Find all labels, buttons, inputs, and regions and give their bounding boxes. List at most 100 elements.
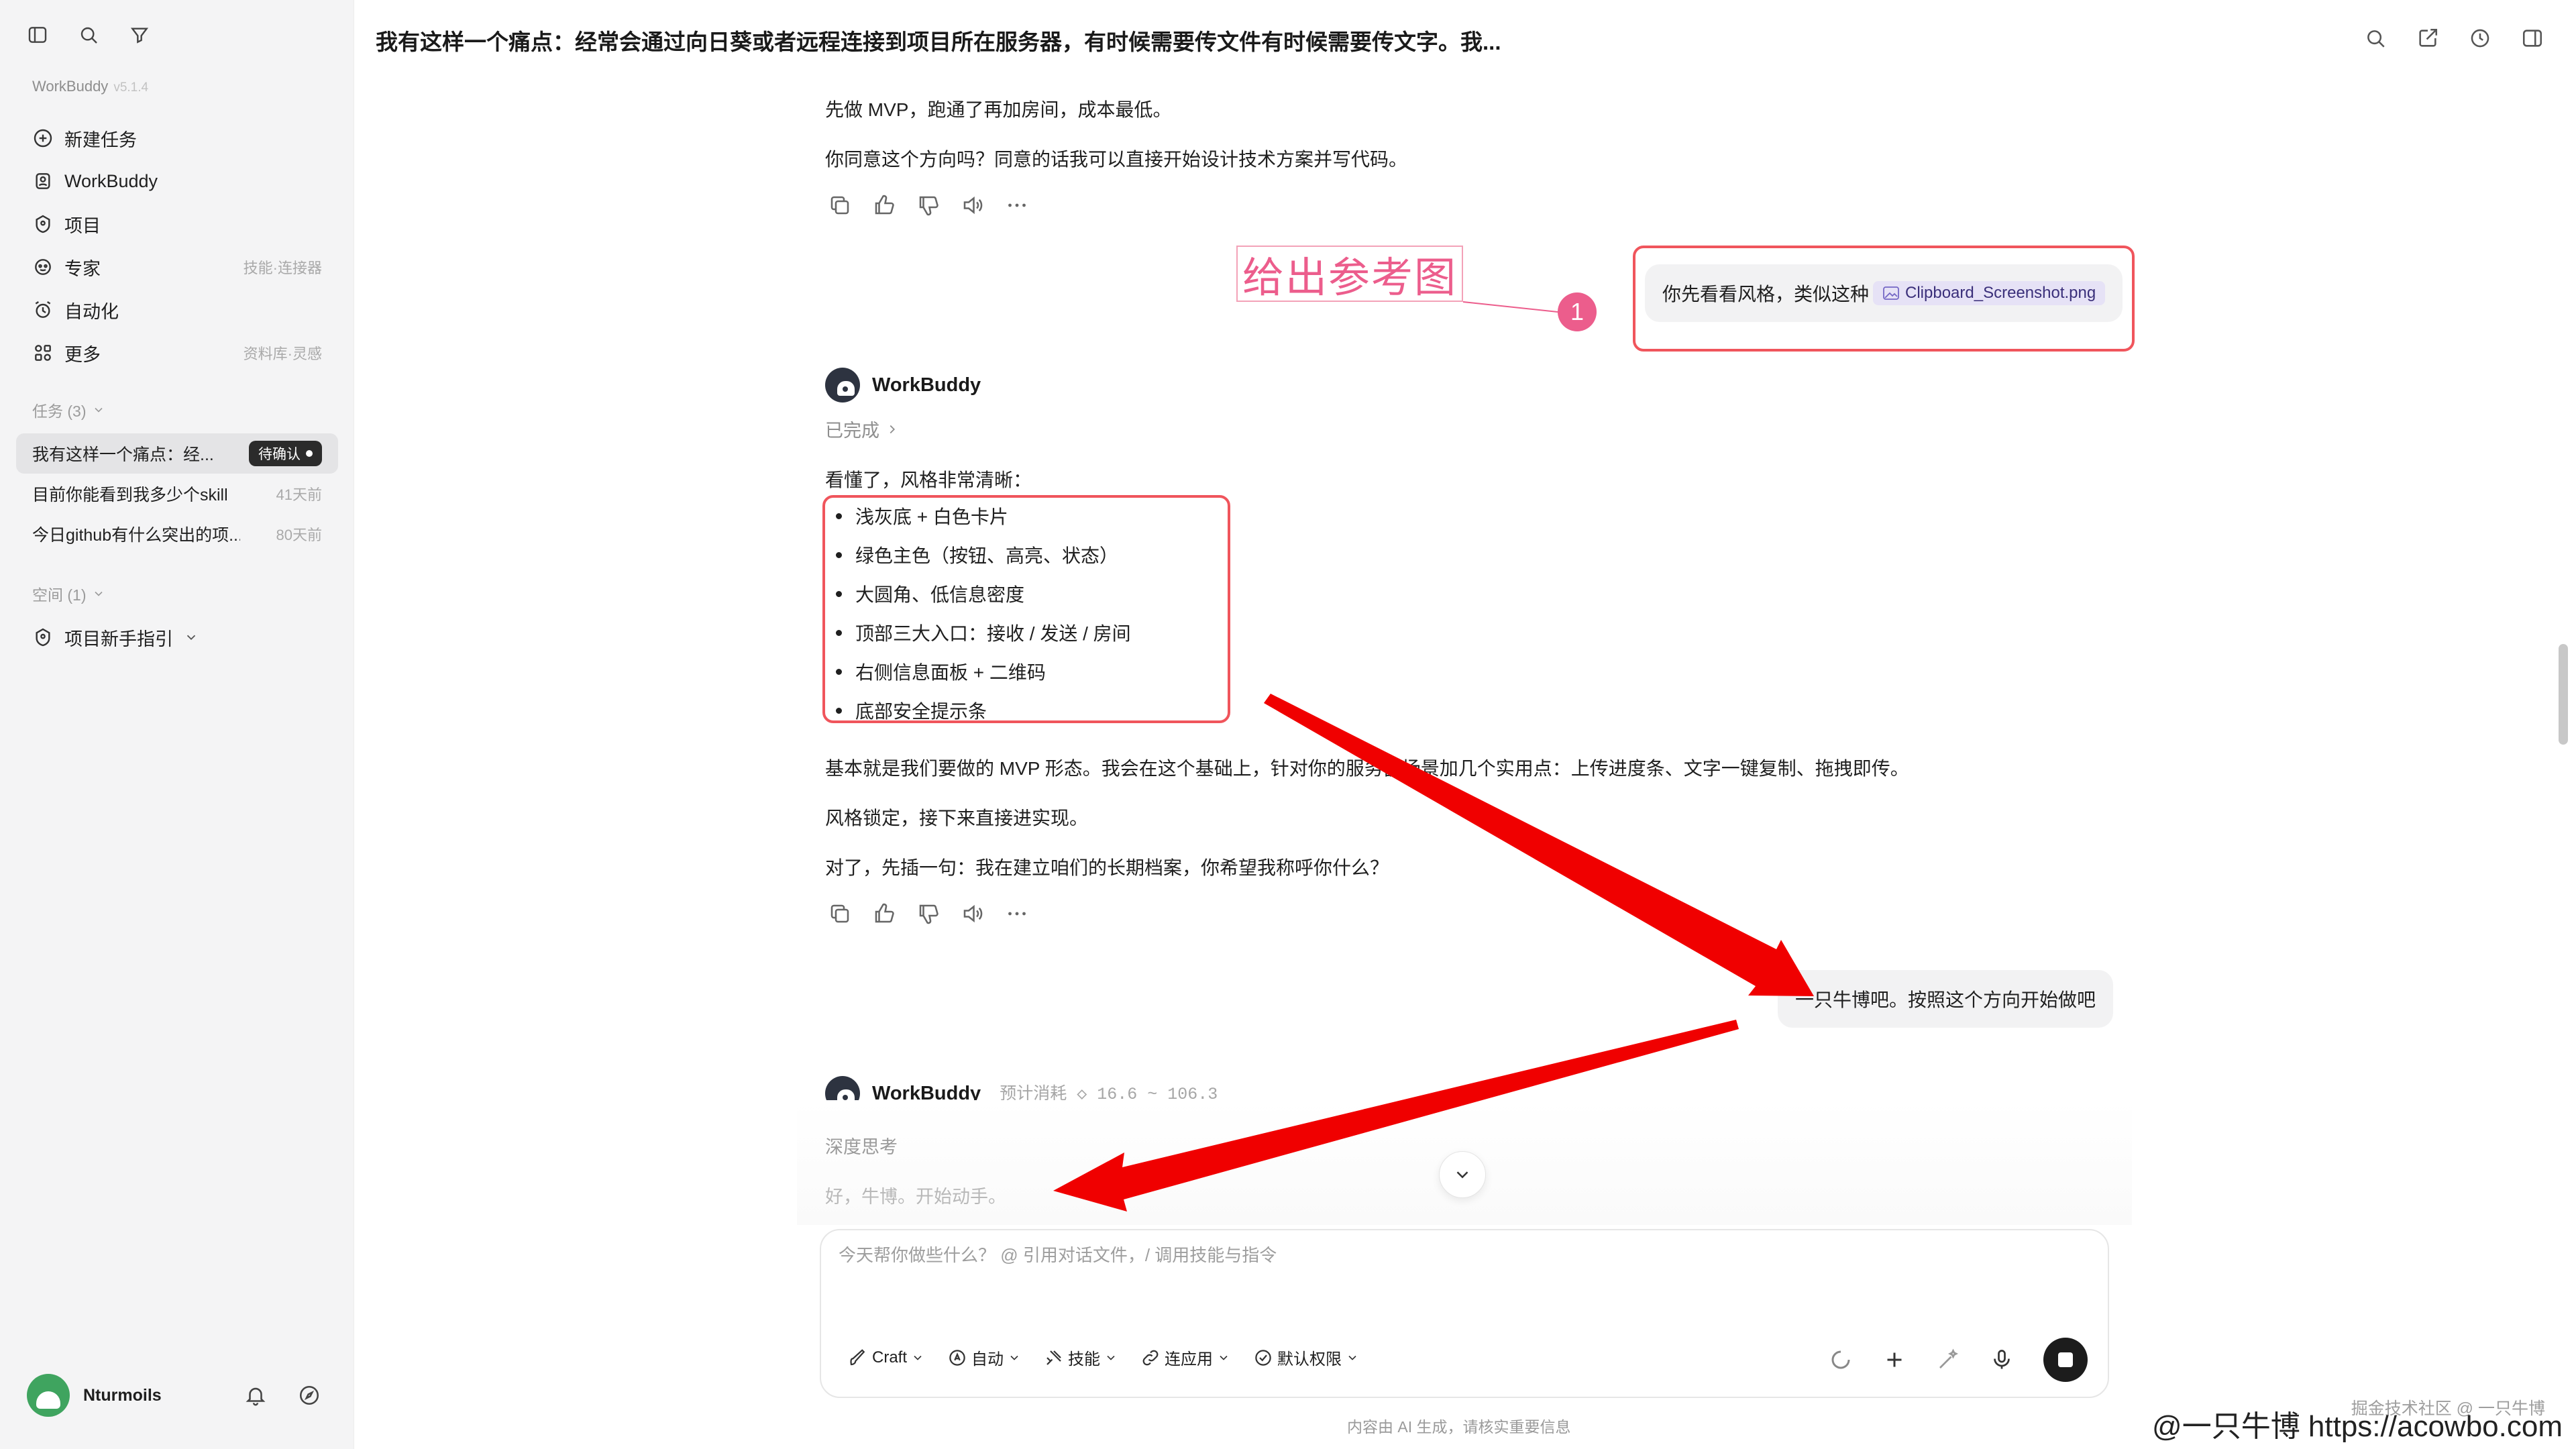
sidebar: WorkBuddy v5.1.4 新建任务 WorkBuddy 项目 专家 技能·… [0,0,354,1449]
craft-dropdown[interactable]: Craft [848,1348,924,1368]
filter-icon[interactable] [129,24,150,46]
magic-wand-icon[interactable] [1936,1348,1960,1372]
thumbs-up-icon[interactable] [872,902,896,926]
task-item[interactable]: 今日github有什么突出的项... 80天前 [16,514,338,554]
history-icon[interactable] [2469,27,2491,50]
space-item-label: 项目新手指引 [64,629,173,649]
panel-toggle-icon[interactable] [2521,27,2544,50]
compass-icon[interactable] [298,1384,321,1407]
more-icon[interactable] [1005,193,1029,217]
thumbs-up-icon[interactable] [872,193,896,217]
nav-workbuddy[interactable]: WorkBuddy [0,160,354,203]
nav-hint: 资料库·灵感 [243,345,322,362]
microphone-icon[interactable] [1990,1348,2014,1372]
assistant-avatar [825,368,860,402]
annotation-note: 给出参考图 [1236,246,1463,302]
project-icon [36,215,50,233]
scroll-to-bottom-button[interactable] [1439,1151,1486,1198]
search-icon[interactable] [2364,27,2387,50]
task-label: 我有这样一个痛点：经... [32,445,214,464]
task-item[interactable]: 我有这样一个痛点：经... 待确认 [16,433,338,474]
tasks-section-toggle[interactable]: 任务 (3) [32,398,105,421]
share-icon[interactable] [2416,27,2439,50]
annotation-arrow-1 [1264,694,1814,996]
link-icon [1142,1350,1159,1365]
message-text: 风格锁定，接下来直接进实现。 [825,808,1089,828]
nav-experts[interactable]: 专家 技能·连接器 [0,246,354,288]
chevron-down-icon [94,407,103,413]
sidebar-toolbar [27,24,150,46]
skill-dropdown[interactable]: 技能 [1044,1346,1118,1369]
connect-app-dropdown[interactable]: 连应用 [1140,1346,1230,1369]
message-input[interactable] [839,1245,2086,1266]
message-text: 先做 MVP，跑通了再加房间，成本最低。 [825,99,1172,120]
stop-square-icon [2058,1352,2073,1367]
space-section-toggle[interactable]: 空间 (1) [32,582,105,605]
copy-icon[interactable] [828,193,852,217]
nav-more[interactable]: 更多 资料库·灵感 [0,331,354,374]
user-name: Nturmoils [83,1385,162,1405]
search-icon[interactable] [78,24,99,46]
space-item[interactable]: 项目新手指引 [32,617,199,657]
stop-button[interactable] [2043,1338,2088,1382]
watermark-site: @一只牛博 https://acowbo.com [2152,1410,2563,1443]
add-icon[interactable] [1882,1348,1907,1372]
more-icon[interactable] [1005,902,1029,926]
task-label: 目前你能看到我多少个skill [32,486,228,504]
composer-tools: Craft 自动 技能 连应用 默认权限 [848,1346,1359,1369]
thumbs-down-icon[interactable] [916,902,941,926]
task-item[interactable]: 目前你能看到我多少个skill 41天前 [16,474,338,514]
composer-right-tools [1829,1338,2088,1382]
status-text: 已完成 [825,421,879,441]
message-text: 看懂了，风格非常清晰： [825,470,1032,490]
composer: Craft 自动 技能 连应用 默认权限 [820,1229,2109,1398]
tool-label: Craft [872,1348,908,1366]
app-version: v5.1.4 [113,80,149,95]
auto-dropdown[interactable]: 自动 [947,1346,1021,1369]
thumbs-down-icon[interactable] [916,193,941,217]
user-message-text: 一只牛博吧。按照这个方向开始做吧 [1795,989,2096,1010]
chevron-down-icon [94,591,103,596]
task-age: 41天前 [276,486,322,503]
message-actions [828,902,1029,926]
nav-label: 更多 [64,344,101,365]
space-section-label: 空间 (1) [32,586,87,604]
app-name: WorkBuddy [32,78,109,95]
nav-label: 新建任务 [64,129,137,150]
pending-badge: 待确认 [249,441,322,466]
shield-check-icon [1255,1349,1271,1366]
grid-icon [35,345,51,361]
permission-dropdown[interactable]: 默认权限 [1253,1346,1359,1369]
nav-new-task[interactable]: 新建任务 [0,117,354,160]
sidebar-toggle-icon[interactable] [27,24,48,46]
user-bar: Nturmoils [27,1371,327,1419]
ai-disclaimer: 内容由 AI 生成，请核实重要信息 [1347,1418,1571,1436]
chevron-down-icon [1107,1355,1115,1360]
chevron-down-icon [1456,1171,1468,1179]
brush-icon [850,1348,865,1365]
brand: WorkBuddy v5.1.4 [32,78,148,95]
avatar[interactable] [27,1374,70,1417]
task-list: 我有这样一个痛点：经... 待确认 目前你能看到我多少个skill 41天前 今… [16,433,338,554]
message-text: 你同意这个方向吗？同意的话我可以直接开始设计技术方案并写代码。 [825,149,1408,170]
nav-label: 自动化 [64,301,119,322]
tool-label: 技能 [1068,1350,1101,1368]
copy-icon[interactable] [828,902,852,926]
plus-circle-icon [34,129,52,148]
chat-header: 我有这样一个痛点：经常会通过向日葵或者远程连接到项目所在服务器，有时候需要传文件… [354,0,2576,80]
speaker-icon[interactable] [961,902,985,926]
badge-text: 待确认 [258,447,301,462]
message-text: 对了，先插一句：我在建立咱们的长期档案，你希望我称呼你什么？ [825,857,1389,878]
task-label: 今日github有什么突出的项... [32,526,240,545]
nav-projects[interactable]: 项目 [0,203,354,246]
expert-icon [35,259,51,275]
status-done-toggle[interactable]: 已完成 [825,416,900,442]
project-icon [36,628,50,647]
message-actions [828,193,1029,217]
task-age: 80天前 [276,527,322,543]
bell-icon[interactable] [244,1384,267,1407]
scrollbar[interactable] [2559,644,2568,745]
chevron-down-icon [186,635,196,641]
nav-automation[interactable]: 自动化 [0,288,354,331]
speaker-icon[interactable] [961,193,985,217]
